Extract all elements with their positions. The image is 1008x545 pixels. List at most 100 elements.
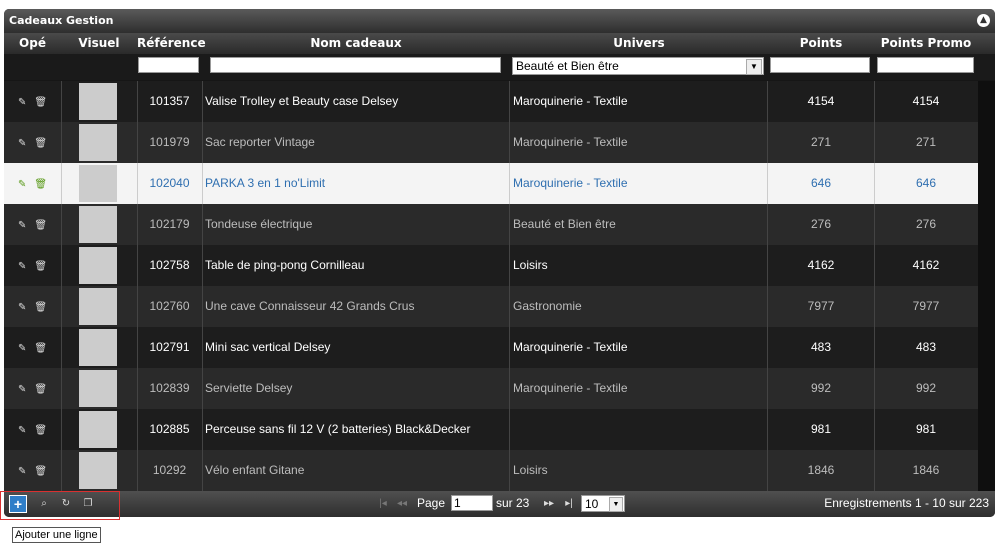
points-promo-cell: 4154 xyxy=(874,81,979,122)
row-actions: ✎ 🗑 xyxy=(4,81,62,122)
name-cell: Une cave Connaisseur 42 Grands Crus xyxy=(202,286,510,327)
page-input[interactable]: 1 xyxy=(451,495,493,511)
page-count: sur 23 xyxy=(496,496,530,510)
name-cell: Table de ping-pong Cornilleau xyxy=(202,245,510,286)
filter-points-promo-input[interactable] xyxy=(877,57,974,73)
row-actions: ✎ 🗑 xyxy=(4,122,62,163)
col-visuel[interactable]: Visuel xyxy=(61,36,137,50)
edit-icon[interactable]: ✎ xyxy=(18,369,26,409)
reference-cell: 102040 xyxy=(137,163,203,204)
delete-icon[interactable]: 🗑 xyxy=(34,164,47,204)
delete-icon[interactable]: 🗑 xyxy=(34,205,47,245)
points-cell: 271 xyxy=(768,122,875,163)
reference-cell: 102885 xyxy=(137,409,203,450)
points-cell: 992 xyxy=(768,368,875,409)
univers-cell: Gastronomie xyxy=(510,286,768,327)
edit-icon[interactable]: ✎ xyxy=(18,82,26,122)
filter-nom-input[interactable] xyxy=(210,57,501,73)
delete-icon[interactable]: 🗑 xyxy=(34,287,47,327)
points-promo-cell: 7977 xyxy=(874,286,979,327)
filter-toolbar: Beauté et Bien être ▼ xyxy=(4,54,995,80)
collapse-icon[interactable]: ▲ xyxy=(977,14,990,27)
col-ope[interactable]: Opé xyxy=(4,36,61,50)
row-actions: ✎ 🗑 xyxy=(4,286,62,327)
table-row[interactable]: ✎ 🗑 102885 Perceuse sans fil 12 V (2 batter… xyxy=(4,409,979,451)
points-cell: 276 xyxy=(768,204,875,245)
table-row[interactable]: ✎ 🗑 101357 Valise Trolley et Beauty case De… xyxy=(4,81,979,123)
reference-cell: 102839 xyxy=(137,368,203,409)
filter-univers-value: Beauté et Bien être xyxy=(516,59,619,73)
edit-icon[interactable]: ✎ xyxy=(18,451,26,491)
edit-icon[interactable]: ✎ xyxy=(18,246,26,286)
suitcase-image xyxy=(79,83,117,120)
table-row[interactable]: ✎ 🗑 102758 Table de ping-pong Cornilleau Loi… xyxy=(4,245,979,287)
edit-icon[interactable]: ✎ xyxy=(18,410,26,450)
edit-icon[interactable]: ✎ xyxy=(18,287,26,327)
vertical-scrollbar[interactable] xyxy=(978,81,995,491)
row-actions: ✎ 🗑 xyxy=(4,368,62,409)
trimmer-image xyxy=(79,206,117,243)
univers-cell: Loisirs xyxy=(510,245,768,286)
delete-icon[interactable]: 🗑 xyxy=(34,328,47,368)
drill-image xyxy=(79,411,117,448)
name-cell: Perceuse sans fil 12 V (2 batteries) Bla… xyxy=(202,409,510,450)
filter-points-input[interactable] xyxy=(770,57,870,73)
row-actions: ✎ 🗑 xyxy=(4,245,62,286)
next-page-icon[interactable]: ▸▸ xyxy=(541,496,557,512)
col-reference[interactable]: Référence xyxy=(137,36,206,50)
delete-icon[interactable]: 🗑 xyxy=(34,410,47,450)
col-points[interactable]: Points xyxy=(768,36,874,50)
points-promo-cell: 4162 xyxy=(874,245,979,286)
edit-icon[interactable]: ✎ xyxy=(18,123,26,163)
reference-cell: 101357 xyxy=(137,81,203,122)
name-cell: Serviette Delsey xyxy=(202,368,510,409)
table-row[interactable]: ✎ 🗑 102179 Tondeuse électrique Beauté et Bie… xyxy=(4,204,979,246)
table-row[interactable]: ✎ 🗑 102760 Une cave Connaisseur 42 Grands C… xyxy=(4,286,979,328)
grid-titlebar: Cadeaux Gestion ▲ xyxy=(4,9,995,33)
points-promo-cell: 483 xyxy=(874,327,979,368)
table-row[interactable]: ✎ 🗑 101979 Sac reporter Vintage Maroquinerie… xyxy=(4,122,979,164)
gifts-grid: Cadeaux Gestion ▲ Opé Visuel Référence N… xyxy=(4,9,995,517)
univers-cell: Maroquinerie - Textile xyxy=(510,163,768,204)
col-points-promo[interactable]: Points Promo xyxy=(874,36,978,50)
edit-icon[interactable]: ✎ xyxy=(18,328,26,368)
pager-bar: + ⌕ ↻ ❐ |◂ ◂◂ Page 1 sur 23 ▸▸ ▸| 10 ▼ E… xyxy=(4,491,995,517)
last-page-icon[interactable]: ▸| xyxy=(561,496,577,512)
name-cell: PARKA 3 en 1 no'Limit xyxy=(202,163,510,204)
prev-page-icon[interactable]: ◂◂ xyxy=(394,496,410,512)
page-size-select[interactable]: 10 ▼ xyxy=(581,495,625,512)
col-univers[interactable]: Univers xyxy=(510,36,768,50)
delete-icon[interactable]: 🗑 xyxy=(34,451,47,491)
reference-cell: 102179 xyxy=(137,204,203,245)
table-row[interactable]: ✎ 🗑 10292 Vélo enfant Gitane Loisirs 1846 1846 xyxy=(4,450,979,492)
delete-icon[interactable]: 🗑 xyxy=(34,246,47,286)
row-actions: ✎ 🗑 xyxy=(4,450,62,491)
reference-cell: 102758 xyxy=(137,245,203,286)
univers-cell: Maroquinerie - Textile xyxy=(510,327,768,368)
tooltip: Ajouter une ligne xyxy=(12,527,101,543)
table-row[interactable]: ✎ 🗑 102791 Mini sac vertical Delsey Maroquin… xyxy=(4,327,979,369)
edit-icon[interactable]: ✎ xyxy=(18,164,26,204)
table-row[interactable]: ✎ 🗑 102040 PARKA 3 en 1 no'Limit Maroquineri… xyxy=(4,163,979,205)
delete-icon[interactable]: 🗑 xyxy=(34,369,47,409)
col-nom[interactable]: Nom cadeaux xyxy=(202,36,510,50)
univers-cell: Maroquinerie - Textile xyxy=(510,81,768,122)
row-actions: ✎ 🗑 xyxy=(4,204,62,245)
column-headers: Opé Visuel Référence Nom cadeaux Univers… xyxy=(4,33,995,54)
points-cell: 981 xyxy=(768,409,875,450)
points-promo-cell: 1846 xyxy=(874,450,979,491)
delete-icon[interactable]: 🗑 xyxy=(34,82,47,122)
univers-cell: Maroquinerie - Textile xyxy=(510,122,768,163)
table-row[interactable]: ✎ 🗑 102839 Serviette Delsey Maroquinerie - T… xyxy=(4,368,979,410)
points-promo-cell: 646 xyxy=(874,163,979,204)
wine-bottles-image xyxy=(79,288,117,325)
chevron-down-icon: ▼ xyxy=(746,59,762,75)
filter-univers-select[interactable]: Beauté et Bien être ▼ xyxy=(512,57,764,75)
row-actions: ✎ 🗑 xyxy=(4,327,62,368)
vertical-bag-image xyxy=(79,329,117,366)
first-page-icon[interactable]: |◂ xyxy=(375,496,391,512)
page-label: Page xyxy=(417,496,446,510)
edit-icon[interactable]: ✎ xyxy=(18,205,26,245)
filter-reference-input[interactable] xyxy=(138,57,199,73)
delete-icon[interactable]: 🗑 xyxy=(34,123,47,163)
